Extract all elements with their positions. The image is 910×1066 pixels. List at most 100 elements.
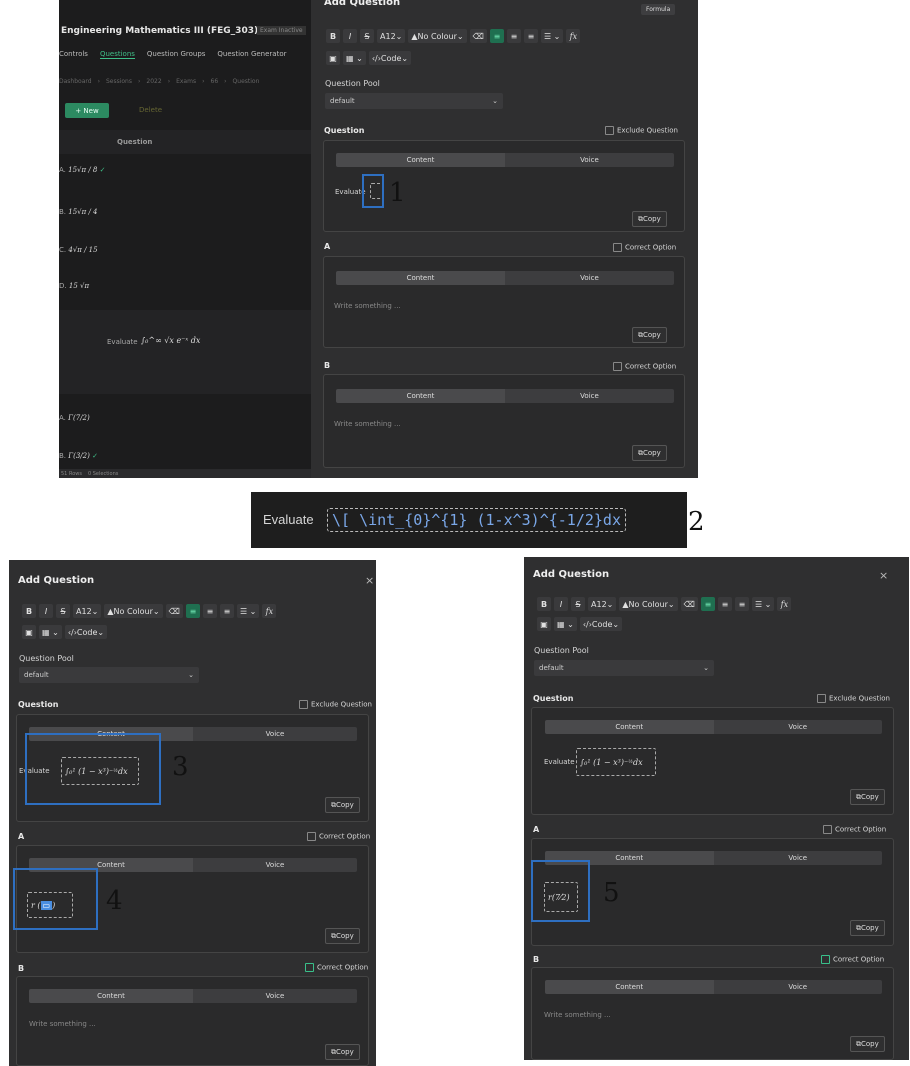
new-button[interactable]: + New <box>65 103 109 118</box>
tab-content[interactable]: Content <box>336 389 505 403</box>
correct-option-checkbox-b[interactable]: Correct Option <box>613 362 676 371</box>
tab-voice[interactable]: Voice <box>505 271 674 285</box>
tab-content[interactable]: Content <box>545 720 714 734</box>
tab-voice[interactable]: Voice <box>713 851 882 865</box>
option-b-placeholder[interactable]: Write something ... <box>544 1011 611 1019</box>
option-a-placeholder[interactable]: Write something ... <box>334 302 401 310</box>
copy-button[interactable]: ⧉ Copy <box>325 1044 360 1060</box>
correct-option-checkbox-b[interactable]: Correct Option <box>821 955 884 964</box>
option-b-placeholder[interactable]: Write something ... <box>29 1020 96 1028</box>
tab-content[interactable]: Content <box>29 989 193 1003</box>
latex-source-text[interactable]: \[ \int_{0}^{1} (1-x^3)^{-1/2}dx <box>327 508 626 532</box>
tab-voice[interactable]: Voice <box>713 720 882 734</box>
delete-button[interactable]: Delete <box>139 106 162 114</box>
list-dropdown-icon[interactable]: ☰ ⌄ <box>236 604 260 618</box>
tab-voice[interactable]: Voice <box>505 153 674 167</box>
table-dropdown-icon[interactable]: ▦ ⌄ <box>343 51 366 65</box>
option-b-placeholder[interactable]: Write something ... <box>334 420 401 428</box>
nav-question-groups[interactable]: Question Groups <box>147 50 206 59</box>
correct-option-checkbox-a[interactable]: Correct Option <box>613 243 676 252</box>
italic-button[interactable]: I <box>39 604 53 618</box>
formula-button[interactable]: fx <box>777 597 792 611</box>
crumb-dashboard[interactable]: Dashboard <box>59 78 92 85</box>
crumb-sessions[interactable]: Sessions <box>106 78 132 85</box>
copy-button[interactable]: ⧉ Copy <box>850 1036 885 1052</box>
copy-button[interactable]: ⧉ Copy <box>850 789 885 805</box>
font-size-dropdown[interactable]: A 12 ⌄ <box>377 29 406 43</box>
strikethrough-button[interactable]: S <box>56 604 70 618</box>
align-center-icon[interactable]: ≡ <box>717 597 732 611</box>
align-left-icon[interactable]: ≡ <box>489 29 504 43</box>
align-right-icon[interactable]: ≡ <box>523 29 538 43</box>
exclude-question-checkbox[interactable]: Exclude Question <box>605 126 678 135</box>
code-dropdown[interactable]: ‹/› Code ⌄ <box>579 617 623 631</box>
question-pool-select[interactable]: default ⌄ <box>19 667 199 683</box>
table-dropdown-icon[interactable]: ▦ ⌄ <box>39 625 62 639</box>
correct-option-checkbox-b[interactable]: Correct Option <box>305 963 368 972</box>
colour-dropdown[interactable]: ▲ No Colour ⌄ <box>408 29 467 43</box>
crumb-exams[interactable]: Exams <box>176 78 196 85</box>
code-dropdown[interactable]: ‹/› Code ⌄ <box>64 625 108 639</box>
rendered-formula[interactable]: ∫₀¹ (1 − x³) −½ dx <box>576 748 656 776</box>
tab-voice[interactable]: Voice <box>713 980 882 994</box>
question-text[interactable]: Evaluate <box>335 188 366 196</box>
table-dropdown-icon[interactable]: ▦ ⌄ <box>554 617 577 631</box>
copy-button[interactable]: ⧉ Copy <box>325 928 360 944</box>
copy-button[interactable]: ⧉ Copy <box>632 445 667 461</box>
close-icon[interactable]: × <box>879 569 888 582</box>
bold-button[interactable]: B <box>537 597 551 611</box>
image-icon[interactable]: ▣ <box>22 625 36 639</box>
align-right-icon[interactable]: ≡ <box>734 597 749 611</box>
font-size-dropdown[interactable]: A 12 ⌄ <box>73 604 102 618</box>
bold-button[interactable]: B <box>326 29 340 43</box>
tab-voice[interactable]: Voice <box>193 858 357 872</box>
list-dropdown-icon[interactable]: ☰ ⌄ <box>751 597 775 611</box>
question-pool-select[interactable]: default ⌄ <box>325 93 503 109</box>
align-center-icon[interactable]: ≡ <box>506 29 521 43</box>
nav-question-generator[interactable]: Question Generator <box>217 50 286 59</box>
table-row[interactable]: Evaluate ∫₀^∞ √x e⁻ˣ dx <box>59 310 311 394</box>
question-text[interactable]: Evaluate <box>544 758 575 766</box>
question-pool-select[interactable]: default ⌄ <box>534 660 714 676</box>
tab-content[interactable]: Content <box>336 271 505 285</box>
formula-button[interactable]: fx <box>566 29 581 43</box>
clear-format-icon[interactable]: ⌫ <box>469 29 487 43</box>
align-left-icon[interactable]: ≡ <box>700 597 715 611</box>
formula-button[interactable]: fx <box>262 604 277 618</box>
exclude-question-checkbox[interactable]: Exclude Question <box>299 700 372 709</box>
colour-dropdown[interactable]: ▲ No Colour ⌄ <box>619 597 678 611</box>
clear-format-icon[interactable]: ⌫ <box>680 597 698 611</box>
tab-content[interactable]: Content <box>545 980 714 994</box>
correct-option-checkbox-a[interactable]: Correct Option <box>823 825 886 834</box>
list-dropdown-icon[interactable]: ☰ ⌄ <box>540 29 564 43</box>
copy-button[interactable]: ⧉ Copy <box>325 797 360 813</box>
tab-voice[interactable]: Voice <box>505 389 674 403</box>
italic-button[interactable]: I <box>554 597 568 611</box>
clear-format-icon[interactable]: ⌫ <box>165 604 183 618</box>
copy-button[interactable]: ⧉ Copy <box>632 327 667 343</box>
copy-button[interactable]: ⧉ Copy <box>632 211 667 227</box>
tab-voice[interactable]: Voice <box>193 727 357 741</box>
colour-dropdown[interactable]: ▲ No Colour ⌄ <box>104 604 163 618</box>
nav-controls[interactable]: Controls <box>59 50 88 59</box>
image-icon[interactable]: ▣ <box>537 617 551 631</box>
close-icon[interactable]: × <box>365 574 374 587</box>
font-size-dropdown[interactable]: A 12 ⌄ <box>588 597 617 611</box>
image-icon[interactable]: ▣ <box>326 51 340 65</box>
crumb-question[interactable]: Question <box>233 78 260 85</box>
strikethrough-button[interactable]: S <box>571 597 585 611</box>
exclude-question-checkbox[interactable]: Exclude Question <box>817 694 890 703</box>
crumb-year[interactable]: 2022 <box>146 78 161 85</box>
code-dropdown[interactable]: ‹/› Code ⌄ <box>368 51 412 65</box>
tab-content[interactable]: Content <box>336 153 505 167</box>
bold-button[interactable]: B <box>22 604 36 618</box>
copy-button[interactable]: ⧉ Copy <box>850 920 885 936</box>
nav-questions[interactable]: Questions <box>99 50 135 59</box>
correct-option-checkbox-a[interactable]: Correct Option <box>307 832 370 841</box>
align-right-icon[interactable]: ≡ <box>219 604 234 618</box>
tab-voice[interactable]: Voice <box>193 989 357 1003</box>
crumb-exam-id[interactable]: 66 <box>211 78 219 85</box>
italic-button[interactable]: I <box>343 29 357 43</box>
align-center-icon[interactable]: ≡ <box>202 604 217 618</box>
align-left-icon[interactable]: ≡ <box>185 604 200 618</box>
